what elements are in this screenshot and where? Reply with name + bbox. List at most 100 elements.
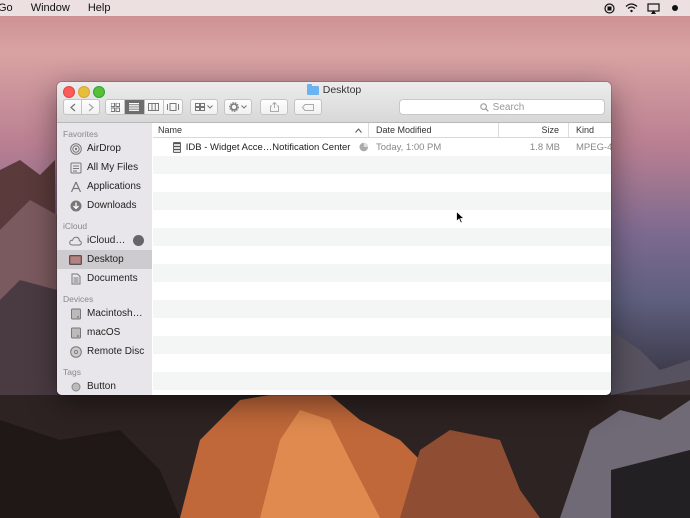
sidebar-item-label: Downloads	[87, 200, 137, 211]
more-icon[interactable]	[668, 2, 682, 14]
documents-icon	[69, 272, 82, 285]
chevron-right-icon	[88, 103, 94, 111]
coverflow-icon	[166, 103, 179, 111]
sidebar-item-documents[interactable]: Documents	[57, 269, 152, 288]
tag-icon	[69, 380, 82, 393]
all-files-icon	[69, 161, 82, 174]
empty-row	[153, 228, 611, 246]
sidebar-item-icloud-drive[interactable]: iCloud…	[57, 231, 152, 250]
empty-row	[153, 174, 611, 192]
file-date-cell: Today, 1:00 PM	[376, 141, 442, 153]
sidebar-item-desktop[interactable]: Desktop	[57, 250, 152, 269]
sidebar-item-label: Desktop	[87, 254, 124, 265]
sidebar-item-macos[interactable]: macOS	[57, 323, 152, 342]
empty-row	[153, 264, 611, 282]
sidebar-item-macintosh-hd[interactable]: Macintosh…	[57, 304, 152, 323]
column-header-name[interactable]: Name	[153, 123, 369, 137]
share-icon	[269, 102, 279, 112]
sidebar-item-all-my-files[interactable]: All My Files	[57, 158, 152, 177]
empty-row	[153, 336, 611, 354]
chevron-left-icon	[69, 103, 75, 111]
sidebar-item-label: AirDrop	[87, 143, 121, 154]
action-button[interactable]	[224, 99, 252, 115]
sidebar-header-favorites: Favorites	[63, 129, 98, 139]
wifi-icon[interactable]	[624, 2, 638, 14]
sidebar-item-applications[interactable]: Applications	[57, 177, 152, 196]
list-view-button[interactable]	[125, 100, 145, 114]
sidebar-header-tags: Tags	[63, 367, 81, 377]
empty-row	[153, 282, 611, 300]
airplay-icon[interactable]	[646, 2, 660, 14]
status-area	[602, 0, 690, 16]
title-bar[interactable]: Desktop Search	[57, 82, 611, 123]
search-field[interactable]: Search	[399, 99, 605, 115]
airdrop-icon	[69, 142, 82, 155]
disk-icon	[69, 307, 82, 320]
sidebar-item-label: All My Files	[87, 162, 139, 173]
sidebar-header-devices: Devices	[63, 294, 94, 304]
icon-view-button[interactable]	[106, 100, 126, 114]
forward-button[interactable]	[82, 100, 99, 114]
chevron-down-icon	[241, 105, 247, 109]
back-button[interactable]	[64, 100, 82, 114]
arrange-button[interactable]	[190, 99, 218, 115]
finder-window: Desktop Search Favorites AirDrop All My …	[57, 82, 611, 395]
empty-row	[153, 246, 611, 264]
disk-icon	[69, 326, 82, 339]
sidebar-item-label: Button	[87, 381, 116, 392]
empty-row	[153, 354, 611, 372]
sidebar-item-label: iCloud…	[87, 235, 126, 246]
search-placeholder: Search	[492, 101, 525, 113]
empty-row	[153, 318, 611, 336]
nav-buttons	[63, 99, 100, 115]
record-icon[interactable]	[602, 2, 616, 14]
menu-window[interactable]: Window	[31, 2, 70, 14]
view-mode-buttons	[105, 99, 183, 115]
gear-icon	[229, 102, 239, 112]
applications-icon	[69, 180, 82, 193]
disc-icon	[69, 345, 82, 358]
column-header-size[interactable]: Size	[499, 123, 569, 137]
sidebar-header-icloud: iCloud	[63, 221, 88, 231]
column-header-date-modified[interactable]: Date Modified	[369, 123, 499, 137]
sidebar: Favorites AirDrop All My Files Applicati…	[57, 123, 152, 395]
empty-row	[153, 372, 611, 390]
sidebar-item-label: Documents	[87, 273, 138, 284]
sidebar-item-remote-disc[interactable]: Remote Disc	[57, 342, 152, 361]
file-name-cell: IDB - Widget Acce…Notification Center	[153, 138, 369, 156]
icloud-status-icon	[359, 142, 369, 152]
movie-file-icon	[173, 141, 181, 153]
folder-icon	[306, 83, 319, 95]
file-kind-cell: MPEG-4	[576, 141, 611, 153]
columns-icon	[148, 103, 160, 111]
sidebar-item-airdrop[interactable]: AirDrop	[57, 139, 152, 158]
sidebar-item-tag-button[interactable]: Button	[57, 377, 152, 395]
sort-ascending-icon	[355, 127, 362, 133]
arrange-grid-icon	[195, 103, 205, 111]
tag-icon	[302, 103, 314, 111]
chevron-down-icon	[207, 105, 213, 109]
column-header-kind[interactable]: Kind	[569, 123, 611, 137]
cloud-icon	[69, 234, 82, 247]
gallery-view-button[interactable]	[164, 100, 182, 114]
grid-icon	[110, 102, 120, 112]
list-icon	[129, 103, 140, 111]
sidebar-item-label: macOS	[87, 327, 121, 338]
window-title: Desktop	[57, 83, 611, 96]
mouse-cursor-icon	[456, 211, 465, 224]
menu-help[interactable]: Help	[88, 2, 111, 14]
share-button[interactable]	[260, 99, 288, 115]
sidebar-item-downloads[interactable]: Downloads	[57, 196, 152, 215]
downloads-icon	[69, 199, 82, 212]
column-view-button[interactable]	[145, 100, 164, 114]
sidebar-item-label: Applications	[87, 181, 141, 192]
table-row[interactable]: IDB - Widget Acce…Notification Center To…	[153, 138, 611, 156]
menu-go[interactable]: Go	[0, 2, 13, 14]
search-icon	[479, 102, 489, 112]
sidebar-item-label: Remote Disc	[87, 346, 145, 357]
menu-bar: Go Window Help	[0, 0, 690, 16]
file-list: Name Date Modified Size Kind IDB - Widge…	[153, 123, 611, 395]
tags-button[interactable]	[294, 99, 322, 115]
empty-row	[153, 192, 611, 210]
desktop-icon	[69, 253, 82, 266]
